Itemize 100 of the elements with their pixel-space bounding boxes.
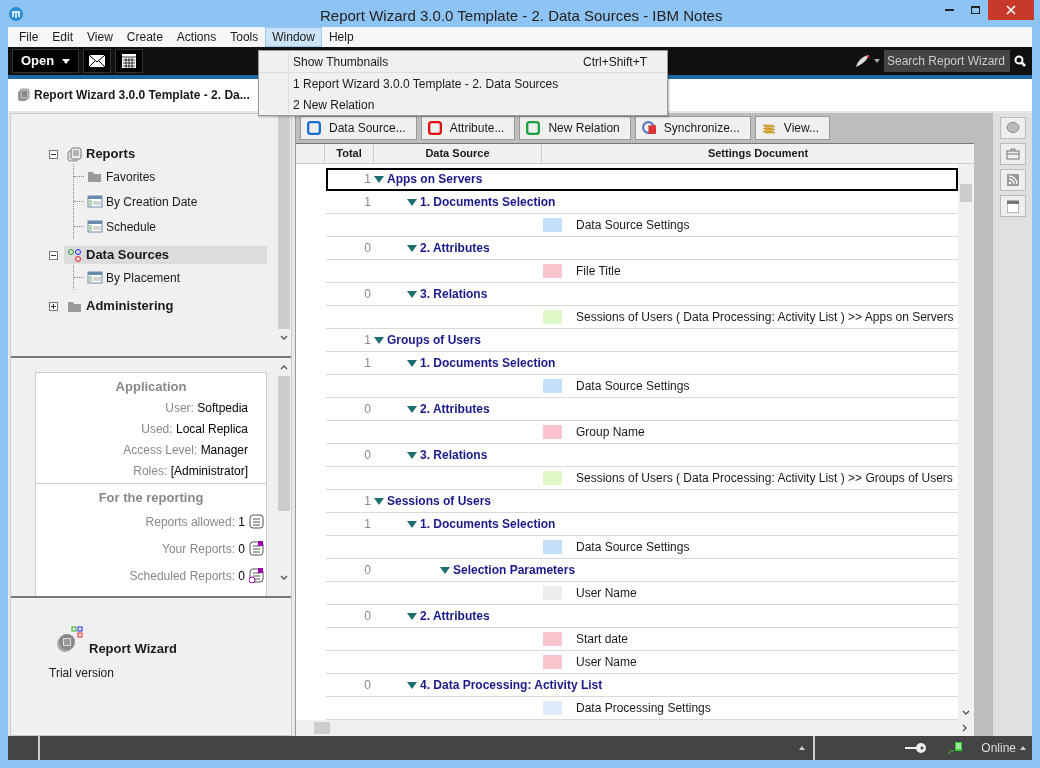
table-row[interactable]: File Title (326, 260, 958, 283)
key-icon[interactable] (905, 743, 928, 753)
mail-button[interactable] (83, 49, 112, 73)
table-row[interactable]: 0 2. Attributes (326, 605, 958, 628)
caret-icon[interactable] (874, 59, 880, 63)
table-row[interactable]: 1 1. Documents Selection (326, 191, 958, 214)
category-label[interactable]: 1. Documents Selection (420, 515, 556, 533)
scroll-thumb[interactable] (960, 184, 972, 202)
table-row[interactable]: User Name (326, 651, 958, 674)
expanded-triangle-icon[interactable] (407, 198, 417, 206)
action-button[interactable]: New Relation (519, 116, 631, 140)
column-header[interactable]: Settings Document (542, 144, 974, 163)
action-button[interactable]: Data Source... (300, 116, 417, 140)
category-label[interactable]: 2. Attributes (420, 239, 490, 257)
tree-item[interactable]: Reports (64, 145, 267, 163)
expanded-triangle-icon[interactable] (407, 290, 417, 298)
table-row[interactable]: 0 2. Attributes (326, 398, 958, 421)
table-row[interactable]: Data Source Settings (326, 375, 958, 398)
feed-button[interactable] (999, 169, 1026, 191)
expanded-triangle-icon[interactable] (407, 451, 417, 459)
category-label[interactable]: 4. Data Processing: Activity List (420, 676, 603, 694)
table-row[interactable]: 0 3. Relations (326, 283, 958, 306)
category-label[interactable]: Selection Parameters (453, 561, 576, 579)
tree-item[interactable]: Administering (64, 297, 267, 315)
expanded-triangle-icon[interactable] (440, 566, 450, 574)
menu-item[interactable]: 2 New Relation (259, 94, 667, 115)
scroll-thumb[interactable] (314, 722, 330, 734)
search-field[interactable]: Search Report Wizard (884, 50, 1010, 72)
menu-item[interactable]: Help (321, 27, 361, 47)
table-row[interactable]: 0 3. Relations (326, 444, 958, 467)
menu-item[interactable]: File (12, 27, 46, 47)
scroll-down-icon[interactable] (280, 575, 288, 581)
scroll-down-icon[interactable] (962, 710, 970, 716)
calendar-button[interactable] (115, 49, 144, 73)
scroll-down-icon[interactable] (280, 335, 288, 341)
expanded-triangle-icon[interactable] (374, 497, 384, 505)
table-row[interactable]: Data Source Settings (326, 536, 958, 559)
category-label[interactable]: 3. Relations (420, 446, 488, 464)
category-label[interactable]: 1. Documents Selection (420, 354, 556, 372)
expanded-triangle-icon[interactable] (374, 175, 384, 183)
tree-item[interactable]: Favorites (86, 167, 157, 186)
category-label[interactable]: Sessions of Users (387, 492, 492, 510)
expand-toggle[interactable] (49, 301, 58, 311)
expanded-triangle-icon[interactable] (407, 681, 417, 689)
column-header[interactable]: Total (325, 144, 374, 163)
table-row[interactable]: 1 1. Documents Selection (326, 352, 958, 375)
action-button[interactable]: Attribute... (420, 116, 516, 140)
scroll-right-icon[interactable] (962, 724, 968, 732)
settings-document-link[interactable]: Sessions of Users ( Data Processing: Activity List ) >> Groups of Users (576, 469, 953, 487)
category-label[interactable]: 3. Relations (420, 285, 488, 303)
expanded-triangle-icon[interactable] (407, 612, 417, 620)
expanded-triangle-icon[interactable] (407, 405, 417, 413)
table-row[interactable]: 1 Sessions of Users (326, 490, 958, 513)
column-header[interactable]: Data Source (374, 144, 542, 163)
menu-item[interactable]: 1 Report Wizard 3.0.0 Template - 2. Data Sources (259, 73, 667, 94)
menu-item[interactable]: Actions (169, 27, 224, 47)
table-row[interactable]: Data Source Settings (326, 214, 958, 237)
tree-item[interactable]: Schedule (86, 217, 158, 236)
expanded-triangle-icon[interactable] (374, 336, 384, 344)
caret-icon[interactable] (799, 746, 805, 750)
category-label[interactable]: Apps on Servers (387, 170, 483, 188)
table-row[interactable]: Sessions of Users ( Data Processing: Activity List ) >> Groups of Users (326, 467, 958, 490)
expanded-triangle-icon[interactable] (407, 359, 417, 367)
table-row[interactable]: Group Name (326, 421, 958, 444)
online-status[interactable]: Online (981, 739, 1026, 757)
document-tab[interactable]: Report Wizard 3.0.0 Template - 2. Da... (16, 86, 250, 104)
scrollbar[interactable] (958, 164, 974, 720)
collapse-toggle[interactable] (49, 250, 58, 260)
table-row[interactable]: 1 Groups of Users (326, 329, 958, 352)
tree-item[interactable]: Data Sources (64, 246, 267, 264)
category-label[interactable]: 1. Documents Selection (420, 193, 556, 211)
settings-document-link[interactable]: Start date (576, 630, 629, 648)
open-button[interactable]: Open (12, 49, 80, 73)
settings-document-link[interactable]: Data Processing Settings (576, 699, 711, 717)
settings-document-link[interactable]: File Title (576, 262, 621, 280)
settings-document-link[interactable]: Group Name (576, 423, 645, 441)
settings-document-link[interactable]: Sessions of Users ( Data Processing: Activity List ) >> Apps on Servers (576, 308, 954, 326)
settings-document-link[interactable]: User Name (576, 653, 637, 671)
table-row[interactable]: 0 Selection Parameters (326, 559, 958, 582)
category-label[interactable]: 2. Attributes (420, 400, 490, 418)
toolbox-button[interactable] (999, 143, 1026, 165)
table-row[interactable]: Start date (326, 628, 958, 651)
category-label[interactable]: Groups of Users (387, 331, 482, 349)
expanded-triangle-icon[interactable] (407, 244, 417, 252)
table-row[interactable]: Sessions of Users ( Data Processing: Activity List ) >> Apps on Servers (326, 306, 958, 329)
menu-item[interactable]: Tools (223, 27, 266, 47)
expanded-triangle-icon[interactable] (407, 520, 417, 528)
tree-item[interactable]: By Creation Date (86, 192, 199, 211)
search-icon[interactable] (1014, 55, 1026, 67)
settings-document-link[interactable]: Data Source Settings (576, 377, 690, 395)
settings-document-link[interactable]: Data Source Settings (576, 216, 690, 234)
category-label[interactable]: 2. Attributes (420, 607, 490, 625)
scroll-up-icon[interactable] (280, 364, 288, 370)
menu-item[interactable]: Edit (45, 27, 81, 47)
table-row[interactable]: 0 2. Attributes (326, 237, 958, 260)
table-row[interactable]: User Name (326, 582, 958, 605)
menu-item[interactable]: Window (265, 27, 322, 47)
settings-document-link[interactable]: Data Source Settings (576, 538, 690, 556)
action-button[interactable]: Synchronize... (634, 116, 751, 140)
feather-icon[interactable] (854, 54, 870, 68)
